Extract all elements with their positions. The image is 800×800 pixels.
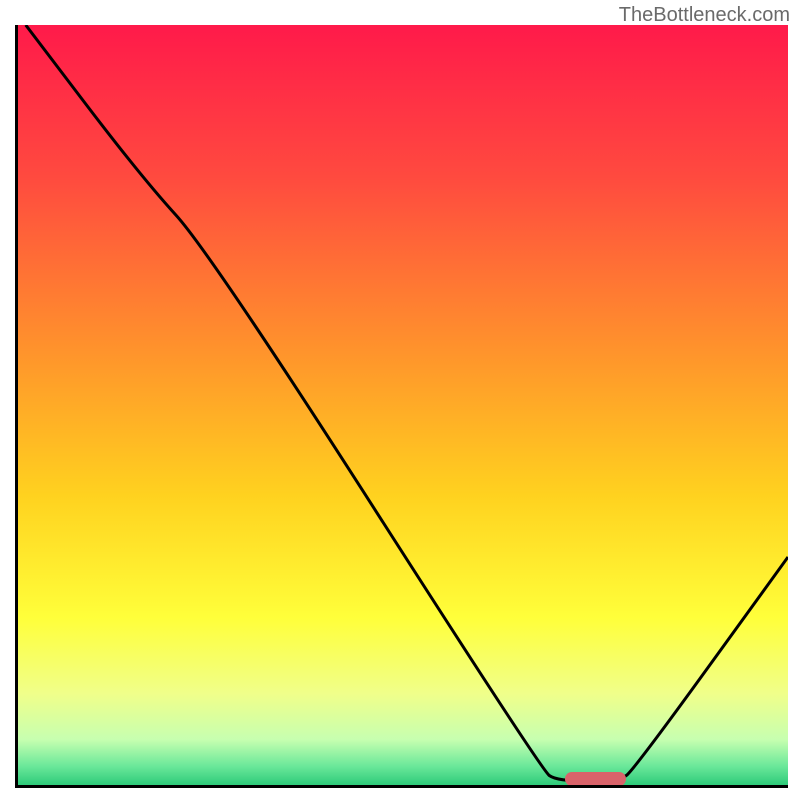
watermark-text: TheBottleneck.com (619, 4, 790, 27)
plot-area (15, 25, 788, 788)
curve-layer (18, 25, 788, 785)
optimal-range-marker (565, 772, 627, 786)
bottleneck-curve (26, 25, 788, 781)
